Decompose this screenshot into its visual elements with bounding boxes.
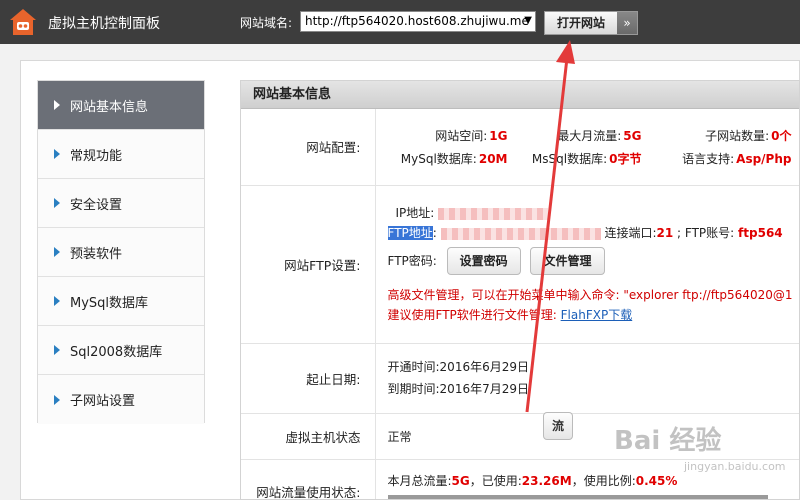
house-logo-icon xyxy=(10,9,36,35)
flashfxp-download-link[interactable]: FlahFXP下载 xyxy=(561,308,633,322)
sidebar-item-site-info[interactable]: 网站基本信息 xyxy=(38,81,204,130)
ftp-software-note: 建议使用FTP软件进行文件管理: xyxy=(387,308,557,322)
dropdown-caret-icon: ▼ xyxy=(524,15,532,26)
config-key: 网站空间: xyxy=(435,128,488,143)
account-value: ftp564 xyxy=(738,226,783,240)
ftp-address-label: FTP地址 xyxy=(387,226,433,240)
config-value: 1G xyxy=(489,128,508,143)
config-key: 子网站数量: xyxy=(705,128,770,143)
advanced-file-note: 高级文件管理，可以在开始菜单中输入命令: "explorer ftp://ftp… xyxy=(387,288,793,302)
account-label: ; FTP账号: xyxy=(677,226,735,240)
double-arrow-icon: » xyxy=(617,12,637,34)
file-manager-button[interactable]: 文件管理 xyxy=(530,247,605,275)
port-value: 21 xyxy=(656,226,674,240)
port-label: 连接端口: xyxy=(604,226,657,240)
domain-label: 网站域名: xyxy=(240,16,293,30)
config-key: 最大月流量: xyxy=(557,128,622,143)
traffic-total-value: 5G xyxy=(451,473,470,488)
triangle-right-icon xyxy=(54,394,60,405)
sidebar-item-security[interactable]: 安全设置 xyxy=(38,179,204,228)
sidebar-item-label: 预装软件 xyxy=(70,246,123,262)
sidebar: 网站基本信息 常规功能 安全设置 预装软件 MySql数据库 Sql2008数据… xyxy=(37,80,205,424)
sidebar-item-label: 安全设置 xyxy=(70,197,123,213)
triangle-right-icon xyxy=(54,100,60,110)
config-value: 0字节 xyxy=(609,151,642,166)
triangle-right-icon xyxy=(54,247,60,257)
traffic-label: 网站流量使用状态: xyxy=(241,459,376,499)
sidebar-item-mysql[interactable]: MySql数据库 xyxy=(38,277,204,326)
config-key: MsSql数据库: xyxy=(531,151,608,166)
config-grid: 网站空间: 1G 最大月流量: 5G 子网站数量: 0个 MySql数据库: 20M M… xyxy=(388,127,800,167)
table-row: 起止日期: 开通时间:2016年6月29日 到期时间:2016年7月29日 xyxy=(241,343,799,414)
config-value: 5G xyxy=(623,128,642,143)
status-label: 虚拟主机状态 xyxy=(241,413,376,460)
redacted-ftp-address xyxy=(440,227,601,240)
ftp-password-label: FTP密码: xyxy=(387,254,437,268)
config-value: Asp/Php xyxy=(736,151,792,166)
table-row: 网站FTP设置: IP地址: FTP地址: 连接端口:21 ; FTP账号: f… xyxy=(241,185,799,344)
dates-label: 起止日期: xyxy=(241,343,376,414)
traffic-progress-bar xyxy=(387,494,768,499)
set-password-button[interactable]: 设置密码 xyxy=(446,247,521,275)
watermark-main: Bai 经验 xyxy=(614,426,722,456)
open-date-value: 2016年6月29日 xyxy=(439,360,529,374)
open-site-button-label: 打开网站 xyxy=(556,16,605,30)
triangle-right-icon xyxy=(54,345,60,355)
sidebar-item-subsite[interactable]: 子网站设置 xyxy=(38,375,204,424)
top-bar: 虚拟主机控制面板 网站域名: http://ftp564020.host608.… xyxy=(0,0,800,44)
sidebar-item-label: 常规功能 xyxy=(70,148,123,164)
app-title: 虚拟主机控制面板 xyxy=(48,16,160,32)
ip-label: IP地址: xyxy=(395,206,435,220)
table-row: 网站配置: 网站空间: 1G 最大月流量: 5G 子网站数量: 0个 MySql数据库… xyxy=(241,109,800,186)
sidebar-item-sql2008[interactable]: Sql2008数据库 xyxy=(38,326,204,375)
ftp-address-colon: : xyxy=(432,226,437,240)
sidebar-item-preinstalled[interactable]: 预装软件 xyxy=(38,228,204,277)
triangle-right-icon xyxy=(54,198,60,208)
domain-select-value: http://ftp564020.host608.zhujiwu.me xyxy=(305,14,529,28)
expire-date-label: 到期时间: xyxy=(387,382,440,396)
ftp-label: 网站FTP设置: xyxy=(241,185,376,344)
triangle-right-icon xyxy=(54,149,60,159)
triangle-right-icon xyxy=(54,296,60,306)
redacted-ip xyxy=(438,207,549,220)
config-key: 语言支持: xyxy=(682,151,735,166)
baidu-watermark: Bai 经验 jingyan.baidu.com xyxy=(614,420,794,480)
traffic-used-label: ，已使用: xyxy=(469,473,522,488)
open-site-button[interactable]: 打开网站 » xyxy=(544,11,638,35)
traffic-button[interactable]: 流 xyxy=(543,412,574,440)
open-date-label: 开通时间: xyxy=(387,360,440,374)
config-label: 网站配置: xyxy=(241,109,376,186)
expire-date-value: 2016年7月29日 xyxy=(439,382,529,396)
panel-title: 网站基本信息 xyxy=(241,81,799,109)
domain-select[interactable]: http://ftp564020.host608.zhujiwu.me ▼ xyxy=(300,11,536,32)
sidebar-item-label: 网站基本信息 xyxy=(70,99,149,115)
sidebar-item-label: Sql2008数据库 xyxy=(70,344,163,360)
traffic-total-label: 本月总流量: xyxy=(387,473,452,488)
sidebar-item-label: 子网站设置 xyxy=(70,394,136,409)
watermark-sub: jingyan.baidu.com xyxy=(684,460,786,473)
traffic-used-value: 23.26M xyxy=(521,473,572,488)
sidebar-item-general[interactable]: 常规功能 xyxy=(38,130,204,179)
sidebar-item-label: MySql数据库 xyxy=(70,295,149,311)
config-value: 0个 xyxy=(771,128,792,143)
config-value: 20M xyxy=(478,151,508,166)
config-key: MySql数据库: xyxy=(400,151,477,166)
